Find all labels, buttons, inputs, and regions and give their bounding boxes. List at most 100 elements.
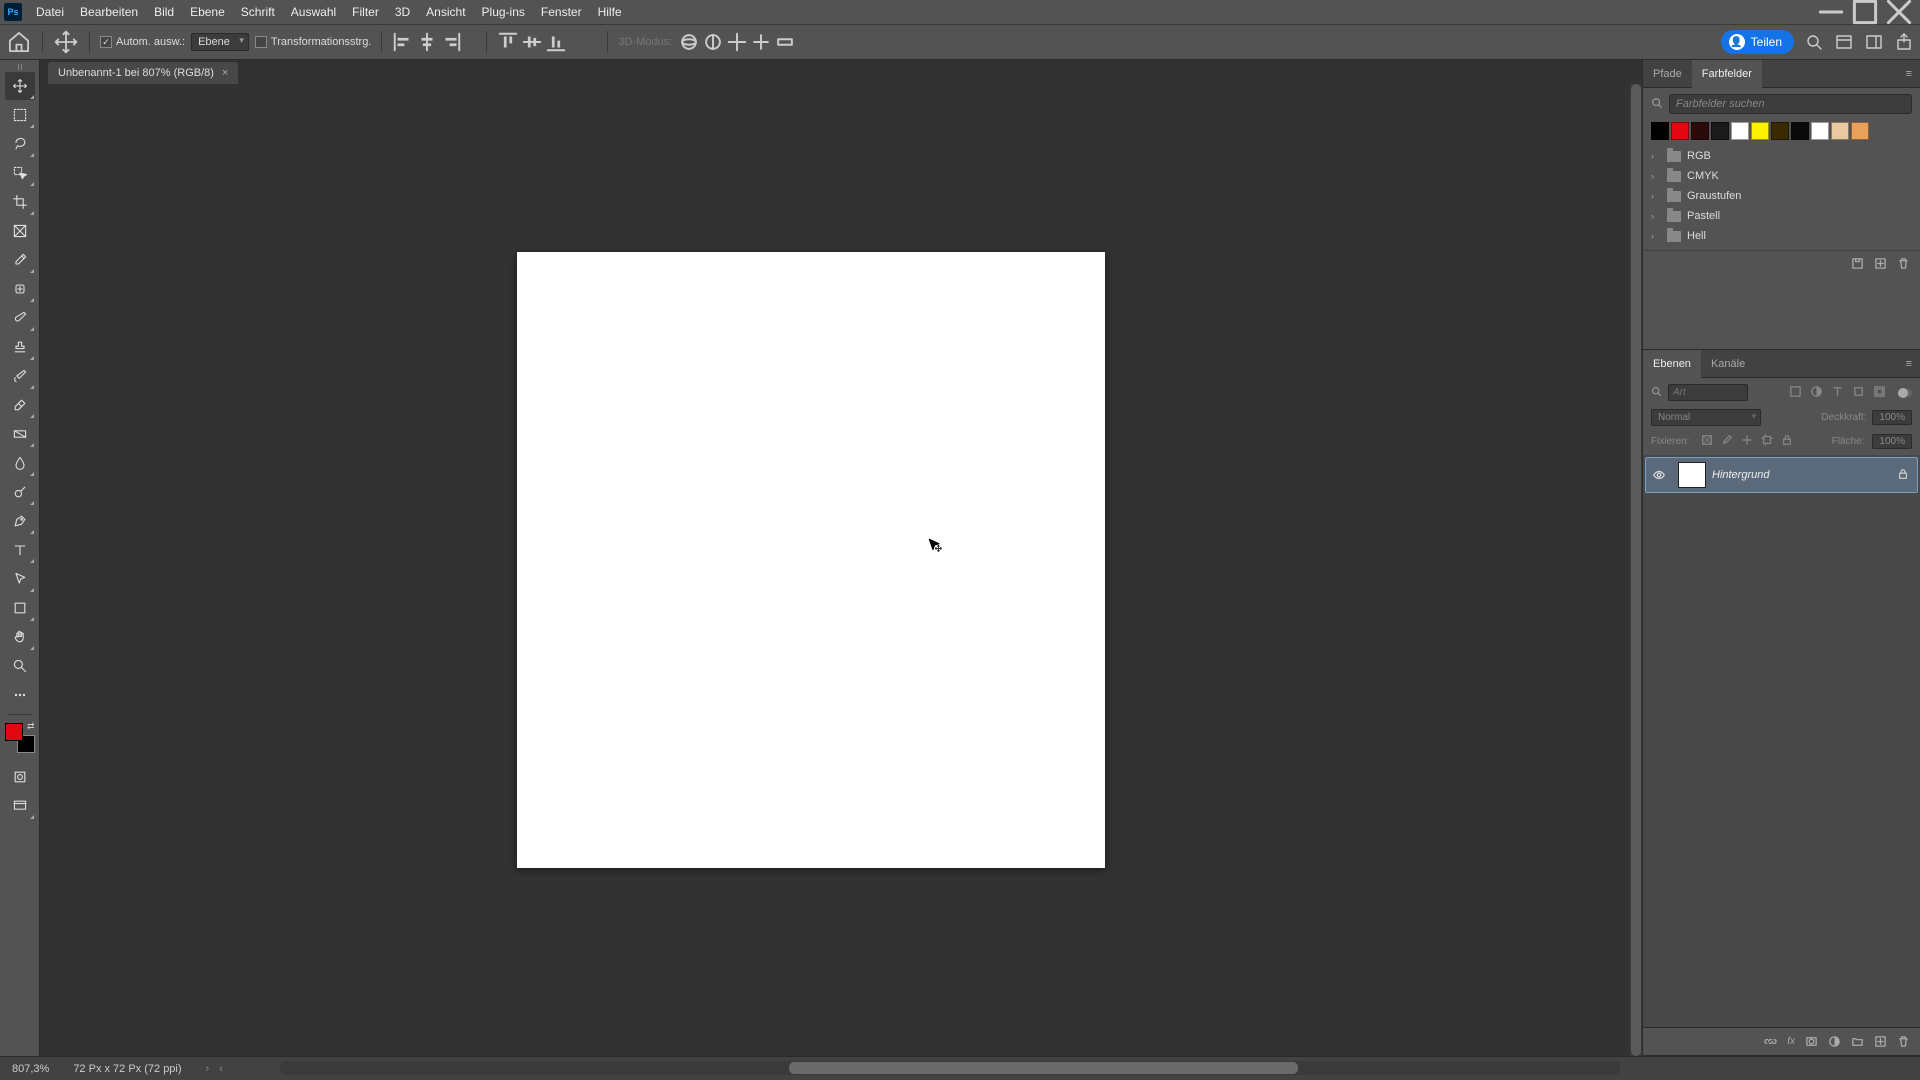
fill-value[interactable]: 100% [1872, 434, 1912, 449]
search-icon[interactable] [1804, 32, 1824, 52]
heal-tool[interactable] [5, 275, 35, 303]
filter-toggle[interactable] [1898, 389, 1912, 397]
export-icon[interactable] [1894, 32, 1914, 52]
swatch-folder[interactable]: ›Graustufen [1649, 186, 1914, 206]
vertical-scrollbar[interactable] [1630, 84, 1642, 1056]
swatch-folder[interactable]: ›RGB [1649, 146, 1914, 166]
new-layer-icon[interactable] [1874, 1035, 1887, 1048]
panel-menu-icon[interactable]: ≡ [1898, 358, 1920, 370]
opacity-value[interactable]: 100% [1872, 410, 1912, 425]
zoom-level[interactable]: 807,3% [12, 1063, 49, 1075]
auto-select-checkbox[interactable]: ✓Autom. ausw.: [100, 36, 185, 48]
swatch[interactable] [1851, 122, 1869, 140]
doc-info[interactable]: 72 Px x 72 Px (72 ppi) [73, 1063, 181, 1075]
swatch[interactable] [1771, 122, 1789, 140]
docinfo-chevron-icon[interactable]: › [206, 1063, 210, 1075]
document-tab[interactable]: Unbenannt-1 bei 807% (RGB/8) × [48, 62, 238, 84]
lasso-tool[interactable] [5, 130, 35, 158]
zoom-tool[interactable] [5, 652, 35, 680]
menu-ebene[interactable]: Ebene [182, 0, 233, 24]
swatch-folder[interactable]: ›Pastell [1649, 206, 1914, 226]
menu-bild[interactable]: Bild [146, 0, 182, 24]
menu-auswahl[interactable]: Auswahl [283, 0, 344, 24]
foreground-color[interactable] [5, 723, 23, 741]
save-library-icon[interactable] [1851, 257, 1864, 270]
tab-pfade[interactable]: Pfade [1643, 60, 1692, 88]
scroll-left-icon[interactable]: ‹ [219, 1063, 223, 1075]
shape-tool[interactable] [5, 594, 35, 622]
lock-icon[interactable] [1897, 468, 1909, 483]
align-vcenter-icon[interactable] [521, 31, 543, 53]
menu-fenster[interactable]: Fenster [533, 0, 590, 24]
swatch-folder[interactable]: ›Hell [1649, 226, 1914, 246]
quick-select-tool[interactable] [5, 159, 35, 187]
swatch[interactable] [1651, 122, 1669, 140]
lock-pixels-icon[interactable] [1701, 434, 1713, 449]
align-bottom-icon[interactable] [545, 31, 567, 53]
path-select-tool[interactable] [5, 565, 35, 593]
marquee-tool[interactable] [5, 101, 35, 129]
layer-kind-filter[interactable] [1668, 384, 1748, 401]
maximize-button[interactable] [1848, 0, 1882, 24]
screenmode-tool[interactable] [5, 792, 35, 820]
layer-thumbnail[interactable] [1678, 462, 1706, 488]
group-icon[interactable] [1851, 1035, 1864, 1048]
menu-datei[interactable]: Datei [28, 0, 72, 24]
swatch[interactable] [1791, 122, 1809, 140]
arrange-docs-icon[interactable] [1834, 32, 1854, 52]
align-left-icon[interactable] [392, 31, 414, 53]
align-hcenter-icon[interactable] [416, 31, 438, 53]
swatch-search-input[interactable] [1669, 94, 1912, 114]
lock-paint-icon[interactable] [1721, 434, 1733, 449]
auto-select-target[interactable]: Ebene [191, 33, 249, 51]
swatch[interactable] [1811, 122, 1829, 140]
color-swatches[interactable]: ⇄ [5, 723, 35, 753]
panel-menu-icon[interactable]: ≡ [1898, 68, 1920, 80]
blur-tool[interactable] [5, 449, 35, 477]
home-button[interactable] [6, 29, 32, 55]
swatch[interactable] [1831, 122, 1849, 140]
align-right-icon[interactable] [440, 31, 462, 53]
menu-plugins[interactable]: Plug-ins [474, 0, 533, 24]
trash-icon[interactable] [1897, 1035, 1910, 1048]
new-swatch-icon[interactable] [1874, 257, 1887, 270]
tab-ebenen[interactable]: Ebenen [1643, 350, 1701, 378]
horizontal-scrollbar[interactable] [280, 1061, 1620, 1075]
move-tool[interactable] [5, 72, 35, 100]
brush-tool[interactable] [5, 304, 35, 332]
swatch[interactable] [1711, 122, 1729, 140]
crop-tool[interactable] [5, 188, 35, 216]
tab-kanaele[interactable]: Kanäle [1701, 350, 1755, 378]
menu-bearbeiten[interactable]: Bearbeiten [72, 0, 146, 24]
swatch[interactable] [1731, 122, 1749, 140]
filter-adjust-icon[interactable] [1810, 385, 1823, 401]
lock-position-icon[interactable] [1741, 434, 1753, 449]
mask-icon[interactable] [1805, 1035, 1818, 1048]
adjustment-icon[interactable] [1828, 1035, 1841, 1048]
filter-shape-icon[interactable] [1852, 385, 1865, 401]
stamp-tool[interactable] [5, 333, 35, 361]
eraser-tool[interactable] [5, 391, 35, 419]
visibility-icon[interactable] [1646, 468, 1672, 482]
layer-name[interactable]: Hintergrund [1712, 469, 1769, 481]
minimize-button[interactable] [1814, 0, 1848, 24]
close-button[interactable] [1882, 0, 1916, 24]
menu-filter[interactable]: Filter [344, 0, 387, 24]
swatch-folder[interactable]: ›CMYK [1649, 166, 1914, 186]
type-tool[interactable] [5, 536, 35, 564]
filter-smart-icon[interactable] [1873, 385, 1886, 401]
swatch[interactable] [1671, 122, 1689, 140]
eyedropper-tool[interactable] [5, 246, 35, 274]
layer-row[interactable]: Hintergrund [1645, 457, 1918, 493]
canvas[interactable] [517, 252, 1105, 868]
swatch[interactable] [1691, 122, 1709, 140]
link-layers-icon[interactable] [1764, 1035, 1777, 1048]
close-tab-icon[interactable]: × [222, 67, 228, 79]
align-top-icon[interactable] [497, 31, 519, 53]
menu-hilfe[interactable]: Hilfe [590, 0, 630, 24]
quickmask-tool[interactable] [5, 763, 35, 791]
hand-tool[interactable] [5, 623, 35, 651]
swatch[interactable] [1751, 122, 1769, 140]
pen-tool[interactable] [5, 507, 35, 535]
transform-controls-checkbox[interactable]: Transformationsstrg. [255, 36, 371, 48]
